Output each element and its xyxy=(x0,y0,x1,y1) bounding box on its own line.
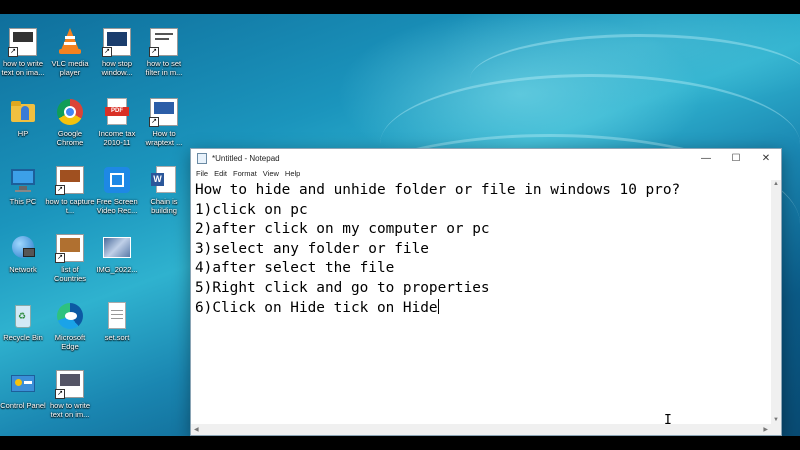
desktop-icon-chain-is-building[interactable]: W Chain is building xyxy=(141,166,187,226)
icon-label: how to set filter in m... xyxy=(145,59,183,77)
scrollbar-corner xyxy=(771,424,781,435)
desktop-icon-income-tax[interactable]: PDF Income tax 2010-11 xyxy=(94,98,140,158)
desktop-icon-how-to-wraptext[interactable]: ↗ How to wraptext ... xyxy=(141,98,187,158)
icon-label: set.sort xyxy=(104,333,130,342)
screen-recorder-icon xyxy=(103,166,131,194)
desktop-icon-img-2022[interactable]: IMG_2022... xyxy=(94,234,140,294)
edge-icon xyxy=(56,302,84,330)
desktop-icon-recycle-bin[interactable]: ♻ Recycle Bin xyxy=(0,302,46,362)
desktop-icon-how-stop-window[interactable]: ↗ how stop window... xyxy=(94,28,140,88)
desktop-icon-how-to-set-filter[interactable]: ↗ how to set filter in m... xyxy=(141,28,187,88)
control-panel-icon xyxy=(9,370,37,398)
window-shortcut-icon: ↗ xyxy=(102,28,131,57)
vlc-cone-icon xyxy=(56,28,84,56)
text-line-content: 6)Click on Hide tick on Hide xyxy=(195,299,438,316)
icon-label: Free Screen Video Rec... xyxy=(96,197,138,215)
notepad-app-icon xyxy=(197,152,207,164)
desktop-icon-free-screen-video-recorder[interactable]: Free Screen Video Rec... xyxy=(94,166,140,226)
text-line: 2)after click on my computer or pc xyxy=(195,221,490,238)
maximize-button[interactable]: ☐ xyxy=(721,149,751,167)
text-file-icon xyxy=(103,302,131,330)
menu-format[interactable]: Format xyxy=(230,169,260,178)
ibeam-cursor-icon: I xyxy=(664,413,672,428)
scroll-up-icon[interactable]: ▲ xyxy=(773,181,779,187)
menu-view[interactable]: View xyxy=(260,169,282,178)
desktop-icon-vlc[interactable]: VLC media player xyxy=(47,28,93,88)
window-title: *Untitled - Notepad xyxy=(212,153,280,163)
hp-folder-icon xyxy=(9,98,37,126)
icon-label: how to write text on ima... xyxy=(1,59,45,77)
icon-label: Recycle Bin xyxy=(3,333,43,342)
close-button[interactable]: ✕ xyxy=(751,149,781,167)
text-caret xyxy=(437,298,439,314)
desktop-icon-google-chrome[interactable]: Google Chrome xyxy=(47,98,93,158)
text-line: How to hide and unhide folder or file in… xyxy=(195,182,681,198)
desktop-icon-microsoft-edge[interactable]: Microsoft Edge xyxy=(47,302,93,362)
text-image-icon: ↗ xyxy=(55,370,84,399)
text-line: 1)click on pc xyxy=(195,201,308,218)
minimize-button[interactable]: — xyxy=(691,149,721,167)
menu-bar: File Edit Format View Help xyxy=(191,167,781,180)
icon-label: Control Panel xyxy=(0,401,46,410)
desktop-icon-control-panel[interactable]: Control Panel xyxy=(0,370,46,430)
desktop-icon-how-to-capture[interactable]: ↗ how to capture t... xyxy=(45,166,95,226)
desktop-icon-this-pc[interactable]: This PC xyxy=(0,166,46,226)
icon-label: Chain is building xyxy=(150,197,178,215)
pdf-icon: PDF xyxy=(103,98,131,126)
text-editor[interactable]: How to hide and unhide folder or file in… xyxy=(191,180,771,424)
scroll-right-icon[interactable]: ▶ xyxy=(763,426,768,433)
menu-edit[interactable]: Edit xyxy=(211,169,230,178)
countries-shortcut-icon: ↗ xyxy=(55,234,84,263)
wraptext-shortcut-icon: ↗ xyxy=(149,98,178,127)
icon-label: Network xyxy=(9,265,37,274)
word-doc-icon: W xyxy=(150,166,178,194)
notepad-window[interactable]: *Untitled - Notepad — ☐ ✕ File Edit Form… xyxy=(190,148,782,436)
this-pc-icon xyxy=(9,166,37,194)
notepad-titlebar[interactable]: *Untitled - Notepad — ☐ ✕ xyxy=(191,149,781,167)
window-controls: — ☐ ✕ xyxy=(691,149,781,167)
icon-label: how to capture t... xyxy=(45,197,95,215)
icon-label: IMG_2022... xyxy=(96,265,138,274)
icon-label: list of Countries xyxy=(53,265,87,283)
menu-help[interactable]: Help xyxy=(282,169,303,178)
desktop-icon-hp[interactable]: HP xyxy=(0,98,46,158)
scroll-down-icon[interactable]: ▼ xyxy=(773,417,779,423)
text-image-icon: ↗ xyxy=(8,28,37,57)
icon-label: HP xyxy=(17,129,29,138)
scroll-left-icon[interactable]: ◀ xyxy=(194,426,199,433)
vertical-scrollbar[interactable]: ▲ ▼ xyxy=(771,180,781,424)
capture-shortcut-icon: ↗ xyxy=(55,166,84,195)
menu-file[interactable]: File xyxy=(193,169,211,178)
icon-label: Income tax 2010-11 xyxy=(98,129,136,147)
desktop-icon-network[interactable]: Network xyxy=(0,234,46,294)
desktop-icons: ↗ how to write text on ima... VLC media … xyxy=(0,14,190,436)
text-line: 3)select any folder or file xyxy=(195,240,429,257)
filter-shortcut-icon: ↗ xyxy=(149,28,178,57)
icon-label: This PC xyxy=(9,197,37,206)
icon-label: Google Chrome xyxy=(56,129,84,147)
text-line: 5)Right click and go to properties xyxy=(195,279,490,296)
icon-label: How to wraptext ... xyxy=(145,129,183,147)
horizontal-scrollbar[interactable]: ◀ ▶ xyxy=(191,424,771,435)
wallpaper-wave xyxy=(470,34,800,124)
text-line-last: 6)Click on Hide tick on Hide xyxy=(195,298,771,319)
icon-label: VLC media player xyxy=(51,59,89,77)
desktop-icon-how-to-write-text-2[interactable]: ↗ how to write text on im... xyxy=(47,370,93,430)
icon-label: Microsoft Edge xyxy=(54,333,86,351)
text-line: 4)after select the file xyxy=(195,260,395,277)
image-thumbnail-icon xyxy=(103,234,131,262)
icon-label: how to write text on im... xyxy=(49,401,91,419)
chrome-icon xyxy=(56,98,84,126)
desktop-icon-set-sort[interactable]: set.sort xyxy=(94,302,140,362)
icon-label: how stop window... xyxy=(101,59,133,77)
network-icon xyxy=(9,234,37,262)
recycle-bin-icon: ♻ xyxy=(9,302,37,330)
desktop-icon-list-of-countries[interactable]: ↗ list of Countries xyxy=(47,234,93,294)
desktop-icon-how-to-write-text[interactable]: ↗ how to write text on ima... xyxy=(0,28,46,88)
